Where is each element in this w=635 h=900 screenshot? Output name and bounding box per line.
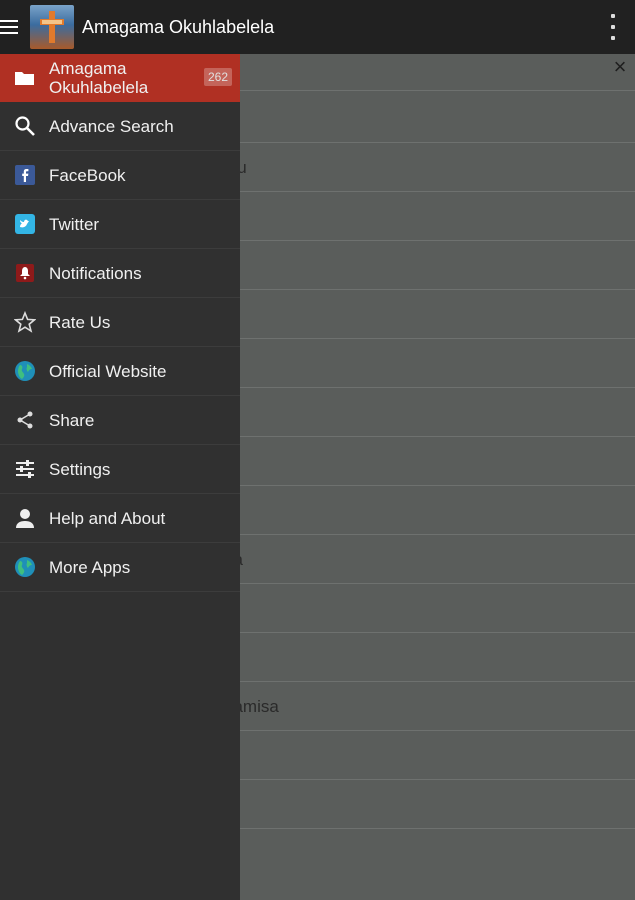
nav-item-settings[interactable]: Settings [0,445,240,494]
globe-icon [14,360,36,382]
nav-item-advance-search[interactable]: Advance Search [0,102,240,151]
globe-icon [14,556,36,578]
person-icon [14,507,36,529]
list-divider [240,289,635,290]
nav-item-label: Rate Us [49,312,111,332]
nav-item-label: Twitter [49,214,100,234]
list-divider [240,583,635,584]
navigation-drawer: Amagama Okuhlabelela 262 Advance Search … [0,54,240,900]
search-icon [14,115,36,137]
app-logo[interactable] [30,5,74,49]
list-divider [240,632,635,633]
nav-item-label: Official Website [49,361,167,381]
facebook-icon [14,164,36,186]
count-badge: 262 [203,68,232,86]
nav-item-amagama-okuhlabelela[interactable]: Amagama Okuhlabelela 262 [0,54,240,102]
list-divider [240,387,635,388]
nav-item-label: Amagama Okuhlabelela [49,58,149,97]
nav-item-label: Notifications [49,263,142,283]
notification-icon [14,262,36,284]
nav-item-label: Help and About [49,508,166,528]
nav-item-share[interactable]: Share [0,396,240,445]
nav-item-label: FaceBook [49,165,126,185]
nav-item-label: More Apps [49,557,131,577]
nav-item-label: Share [49,410,95,430]
share-icon [14,409,36,431]
star-icon [14,311,36,333]
settings-icon [14,458,36,480]
song-list: × e ulu na hamisa [224,54,635,900]
list-divider [240,534,635,535]
drawer-toggle-button[interactable] [0,0,22,54]
overflow-dot-icon [611,25,615,29]
list-divider [240,142,635,143]
folder-icon [14,67,36,89]
nav-item-twitter[interactable]: Twitter [0,200,240,249]
nav-item-label: Advance Search [49,116,174,136]
list-divider [240,191,635,192]
list-divider [240,338,635,339]
overflow-dot-icon [611,14,615,18]
list-divider [240,485,635,486]
nav-item-official-website[interactable]: Official Website [0,347,240,396]
nav-item-facebook[interactable]: FaceBook [0,151,240,200]
close-icon[interactable]: × [609,54,631,80]
overflow-menu-button[interactable] [609,14,617,40]
list-divider [240,681,635,682]
list-divider [240,779,635,780]
nav-item-label: Settings [49,459,111,479]
twitter-icon [14,213,36,235]
list-divider [240,436,635,437]
nav-item-notifications[interactable]: Notifications [0,249,240,298]
nav-item-help-and-about[interactable]: Help and About [0,494,240,543]
nav-item-more-apps[interactable]: More Apps [0,543,240,592]
hamburger-icon [0,20,18,34]
list-divider [240,730,635,731]
app-bar: Amagama Okuhlabelela [0,0,635,54]
list-divider [240,828,635,829]
overflow-dot-icon [611,36,615,40]
list-divider [240,240,635,241]
list-divider [240,90,635,91]
nav-item-rate-us[interactable]: Rate Us [0,298,240,347]
app-title: Amagama Okuhlabelela [82,16,275,37]
